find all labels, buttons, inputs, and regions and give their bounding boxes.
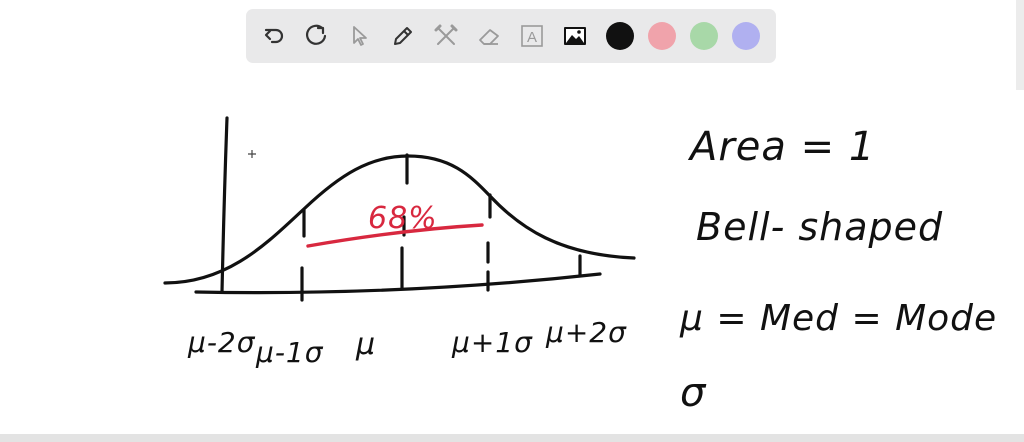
minus-1-sigma-line [300,208,306,302]
label-mu-plus-2sigma: μ+2σ [545,316,627,349]
horizontal-scrollbar[interactable] [0,434,1024,442]
y-axis [220,116,229,294]
note-area: Area = 1 [687,124,875,170]
label-mu-minus-1sigma: μ-1σ [255,336,324,369]
plus-1-sigma-line [486,193,492,292]
x-axis [194,272,602,295]
percent-label: 68% [368,201,438,236]
label-mu-minus-2sigma: μ-2σ [187,326,256,359]
note-bell-shaped: Bell- shaped [696,205,943,249]
cursor-crosshair [248,150,256,158]
whiteboard-canvas[interactable]: 68% μ-2σ μ-1σ μ μ+1σ μ+2σ Area = 1 Bell-… [0,0,1024,442]
label-mu: μ [355,327,376,362]
label-mu-plus-1sigma: μ+1σ [451,326,533,359]
note-sigma: σ [680,370,707,416]
note-mean-median-mode: μ = Med = Mode [679,298,997,339]
